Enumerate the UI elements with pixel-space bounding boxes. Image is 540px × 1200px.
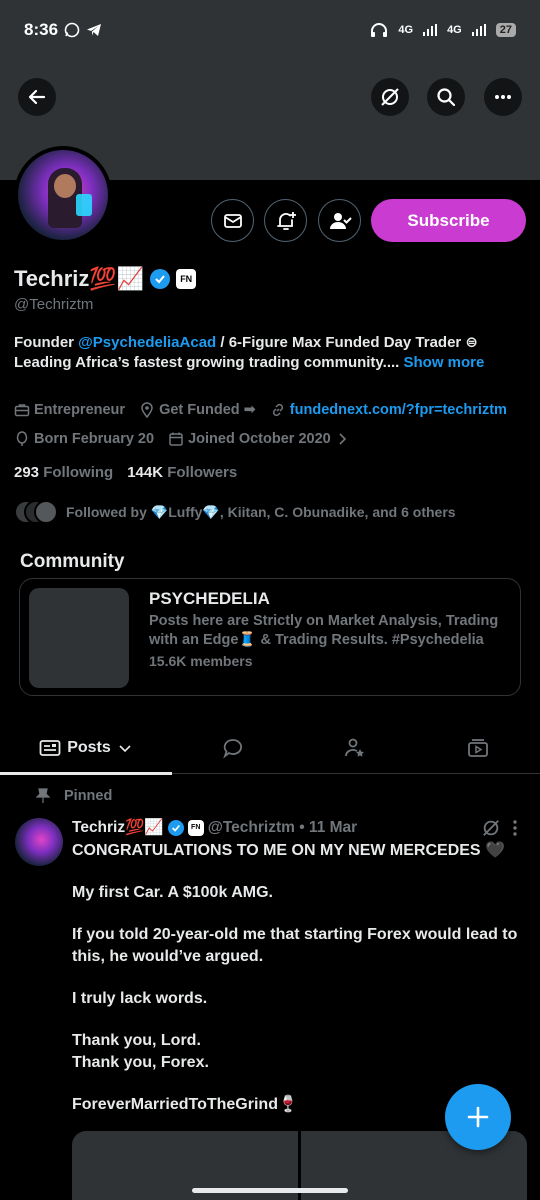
display-name: Techriz💯📈 [14,266,145,291]
tab-posts-label: Posts [67,739,111,756]
whatsapp-icon [64,22,80,38]
following-link[interactable]: 293 Following [14,464,113,481]
post-line: Thank you, Lord. [72,1032,201,1049]
profile-bio: Founder @PsychedeliaAcad / 6-Figure Max … [14,333,526,373]
bio-prefix: Founder [14,334,79,351]
envelope-icon [223,213,242,228]
person-check-icon [329,212,352,229]
compose-button[interactable] [445,1084,511,1150]
tab-posts[interactable]: Posts [0,722,172,775]
following-label: Following [43,464,114,481]
post-line: My first Car. A $100k AMG. [72,884,273,901]
affiliate-badge[interactable]: FN [176,269,197,289]
grok-icon [483,820,499,836]
show-more-link[interactable]: Show more [404,354,485,371]
profile-avatar[interactable] [14,146,112,244]
more-icon [495,95,511,99]
community-description: Posts here are Strictly on Market Analys… [149,613,499,648]
community-image [29,588,129,688]
headphones-icon [371,23,388,37]
post-header: Techriz💯📈 FN @Techriztm • 11 Mar [72,818,357,837]
community-card[interactable]: PSYCHEDELIA Posts here are Strictly on M… [19,578,521,696]
active-tab-indicator [0,772,172,775]
reply-icon [223,739,242,759]
follower-avatar [34,500,58,524]
profile-birthday: Born February 20 [34,431,155,447]
tab-highlights[interactable] [294,722,416,774]
followers-label: Followers [167,464,238,481]
post-author-name[interactable]: Techriz💯📈 [72,818,164,837]
signal-2: 4G [447,24,462,36]
back-button[interactable] [18,78,56,116]
search-button[interactable] [427,78,465,116]
post-affiliate-badge: FN [187,819,204,836]
status-time: 8:36 [24,20,59,39]
following-button[interactable] [318,199,361,242]
signal-icon-2 [471,24,486,36]
follow-counts: 293 Following 144K Followers [14,464,237,481]
tab-replies[interactable] [172,722,294,774]
notifications-button[interactable] [264,199,307,242]
person-star-icon [345,738,364,757]
profile-location: Get Funded ➡ [159,402,256,418]
grok-button[interactable] [371,78,409,116]
following-count: 293 [14,464,40,481]
community-name: PSYCHEDELIA [149,589,270,608]
bio-mention-link[interactable]: @PsychedeliaAcad [78,334,216,351]
profile-category: Entrepreneur [34,402,126,418]
community-members: 15.6K members [149,653,253,669]
profile-handle: @Techriztm [14,296,94,313]
link-icon [272,403,283,417]
followers-count: 144K [127,464,164,481]
more-vertical-icon [513,820,517,836]
signal-1: 4G [398,24,414,36]
arrow-left-icon [28,89,46,105]
posts-tab-icon [39,740,61,756]
message-button[interactable] [211,199,254,242]
followed-by-text: Followed by 💎Luffy💎, Kiitan, C. Obunadik… [66,503,456,520]
more-button[interactable] [484,78,522,116]
pinned-label: Pinned [64,788,113,804]
chevron-down-icon [119,745,131,753]
followers-link[interactable]: 144K Followers [127,464,237,481]
post-handle-date: @Techriztm • 11 Mar [207,818,358,836]
joined-date-button[interactable]: Joined October 2020 [168,431,349,447]
profile-meta-row-1: Entrepreneur Get Funded ➡ fundednext.com… [14,402,507,418]
bell-plus-icon [276,211,296,230]
subscribe-button[interactable]: Subscribe [371,199,526,242]
community-section-title: Community [20,551,125,572]
signal-icon [423,24,438,36]
calendar-icon [169,432,183,446]
name-row: Techriz💯📈 FN [14,266,197,292]
media-icon [468,739,488,757]
chevron-right-icon [339,433,346,445]
post-line: Thank you, Forex. [72,1054,209,1071]
home-indicator[interactable] [192,1188,348,1193]
battery-icon: 27 [495,23,516,37]
post-line: If you told 20-year-old me that starting… [72,926,518,965]
telegram-icon [87,24,102,36]
search-icon [437,88,456,107]
profile-meta-row-2: Born February 20 Joined October 2020 [14,431,349,447]
profile-website-link[interactable]: fundednext.com/?fpr=techriztm [290,402,507,418]
grok-icon [381,88,399,106]
post-verified-badge-icon [167,819,184,836]
post-line: CONGRATULATIONS TO ME ON MY NEW MERCEDES… [72,842,505,859]
verified-badge-icon[interactable] [150,269,171,289]
tab-media[interactable] [416,722,540,774]
balloon-icon [16,431,28,446]
profile-tabs: Posts [0,722,540,775]
followed-by-row[interactable]: Followed by 💎Luffy💎, Kiitan, C. Obunadik… [14,500,456,524]
pin-icon [36,788,50,803]
status-bar: 8:36 4G 4G 27 [0,0,540,60]
profile-joined: Joined October 2020 [188,431,331,447]
briefcase-icon [14,404,30,417]
post-author-avatar[interactable] [15,818,63,866]
plus-icon [467,1106,489,1128]
post-line: I truly lack words. [72,990,208,1007]
pinned-indicator: Pinned [36,788,112,804]
location-pin-icon [141,402,153,418]
